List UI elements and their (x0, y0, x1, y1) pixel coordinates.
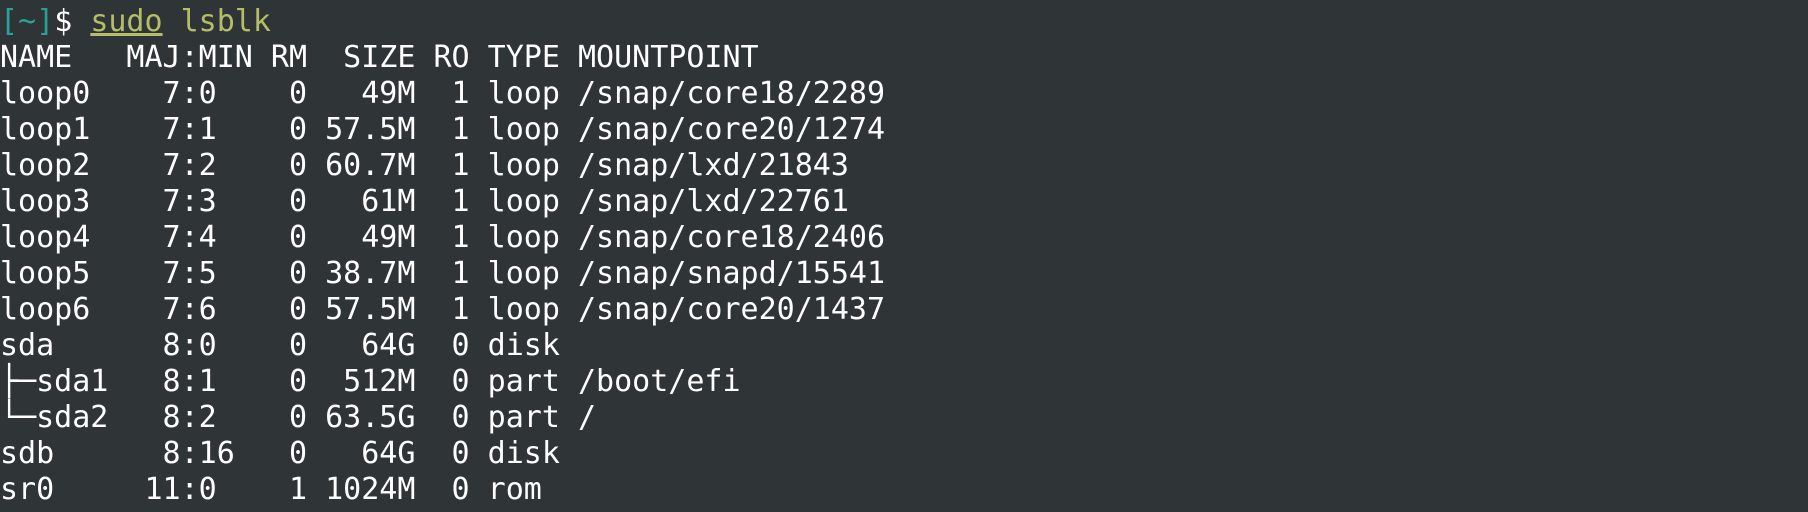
output-line: loop5 7:5 0 38.7M 1 loop /snap/snapd/155… (0, 256, 886, 291)
prompt-directory: [~] (0, 4, 55, 39)
output-line: sr0 11:0 1 1024M 0 rom (0, 472, 578, 507)
output-line: sdb 8:16 0 64G 0 disk (0, 436, 578, 471)
output-line: loop1 7:1 0 57.5M 1 loop /snap/core20/12… (0, 112, 886, 147)
command-argument: lsblk (180, 4, 271, 39)
output-line: loop2 7:2 0 60.7M 1 loop /snap/lxd/21843 (0, 148, 849, 183)
output-line: sda 8:0 0 64G 0 disk (0, 328, 578, 363)
output-line: └─sda2 8:2 0 63.5G 0 part / (0, 400, 597, 435)
output-line: loop4 7:4 0 49M 1 loop /snap/core18/2406 (0, 220, 886, 255)
prompt-symbol: $ (54, 4, 73, 39)
output-line: loop3 7:3 0 61M 1 loop /snap/lxd/22761 (0, 184, 849, 219)
output-line: loop0 7:0 0 49M 1 loop /snap/core18/2289 (0, 76, 886, 111)
output-line: ├─sda1 8:1 0 512M 0 part /boot/efi (0, 364, 741, 399)
output-line: loop6 7:6 0 57.5M 1 loop /snap/core20/14… (0, 292, 886, 327)
terminal-window[interactable]: [~]$ sudo lsblk NAME MAJ:MIN RM SIZE RO … (0, 0, 1808, 512)
prompt-line: [~]$ sudo lsblk (0, 4, 1808, 40)
output-header-line: NAME MAJ:MIN RM SIZE RO TYPE MOUNTPOINT (0, 40, 759, 75)
command-sudo: sudo (90, 4, 163, 39)
